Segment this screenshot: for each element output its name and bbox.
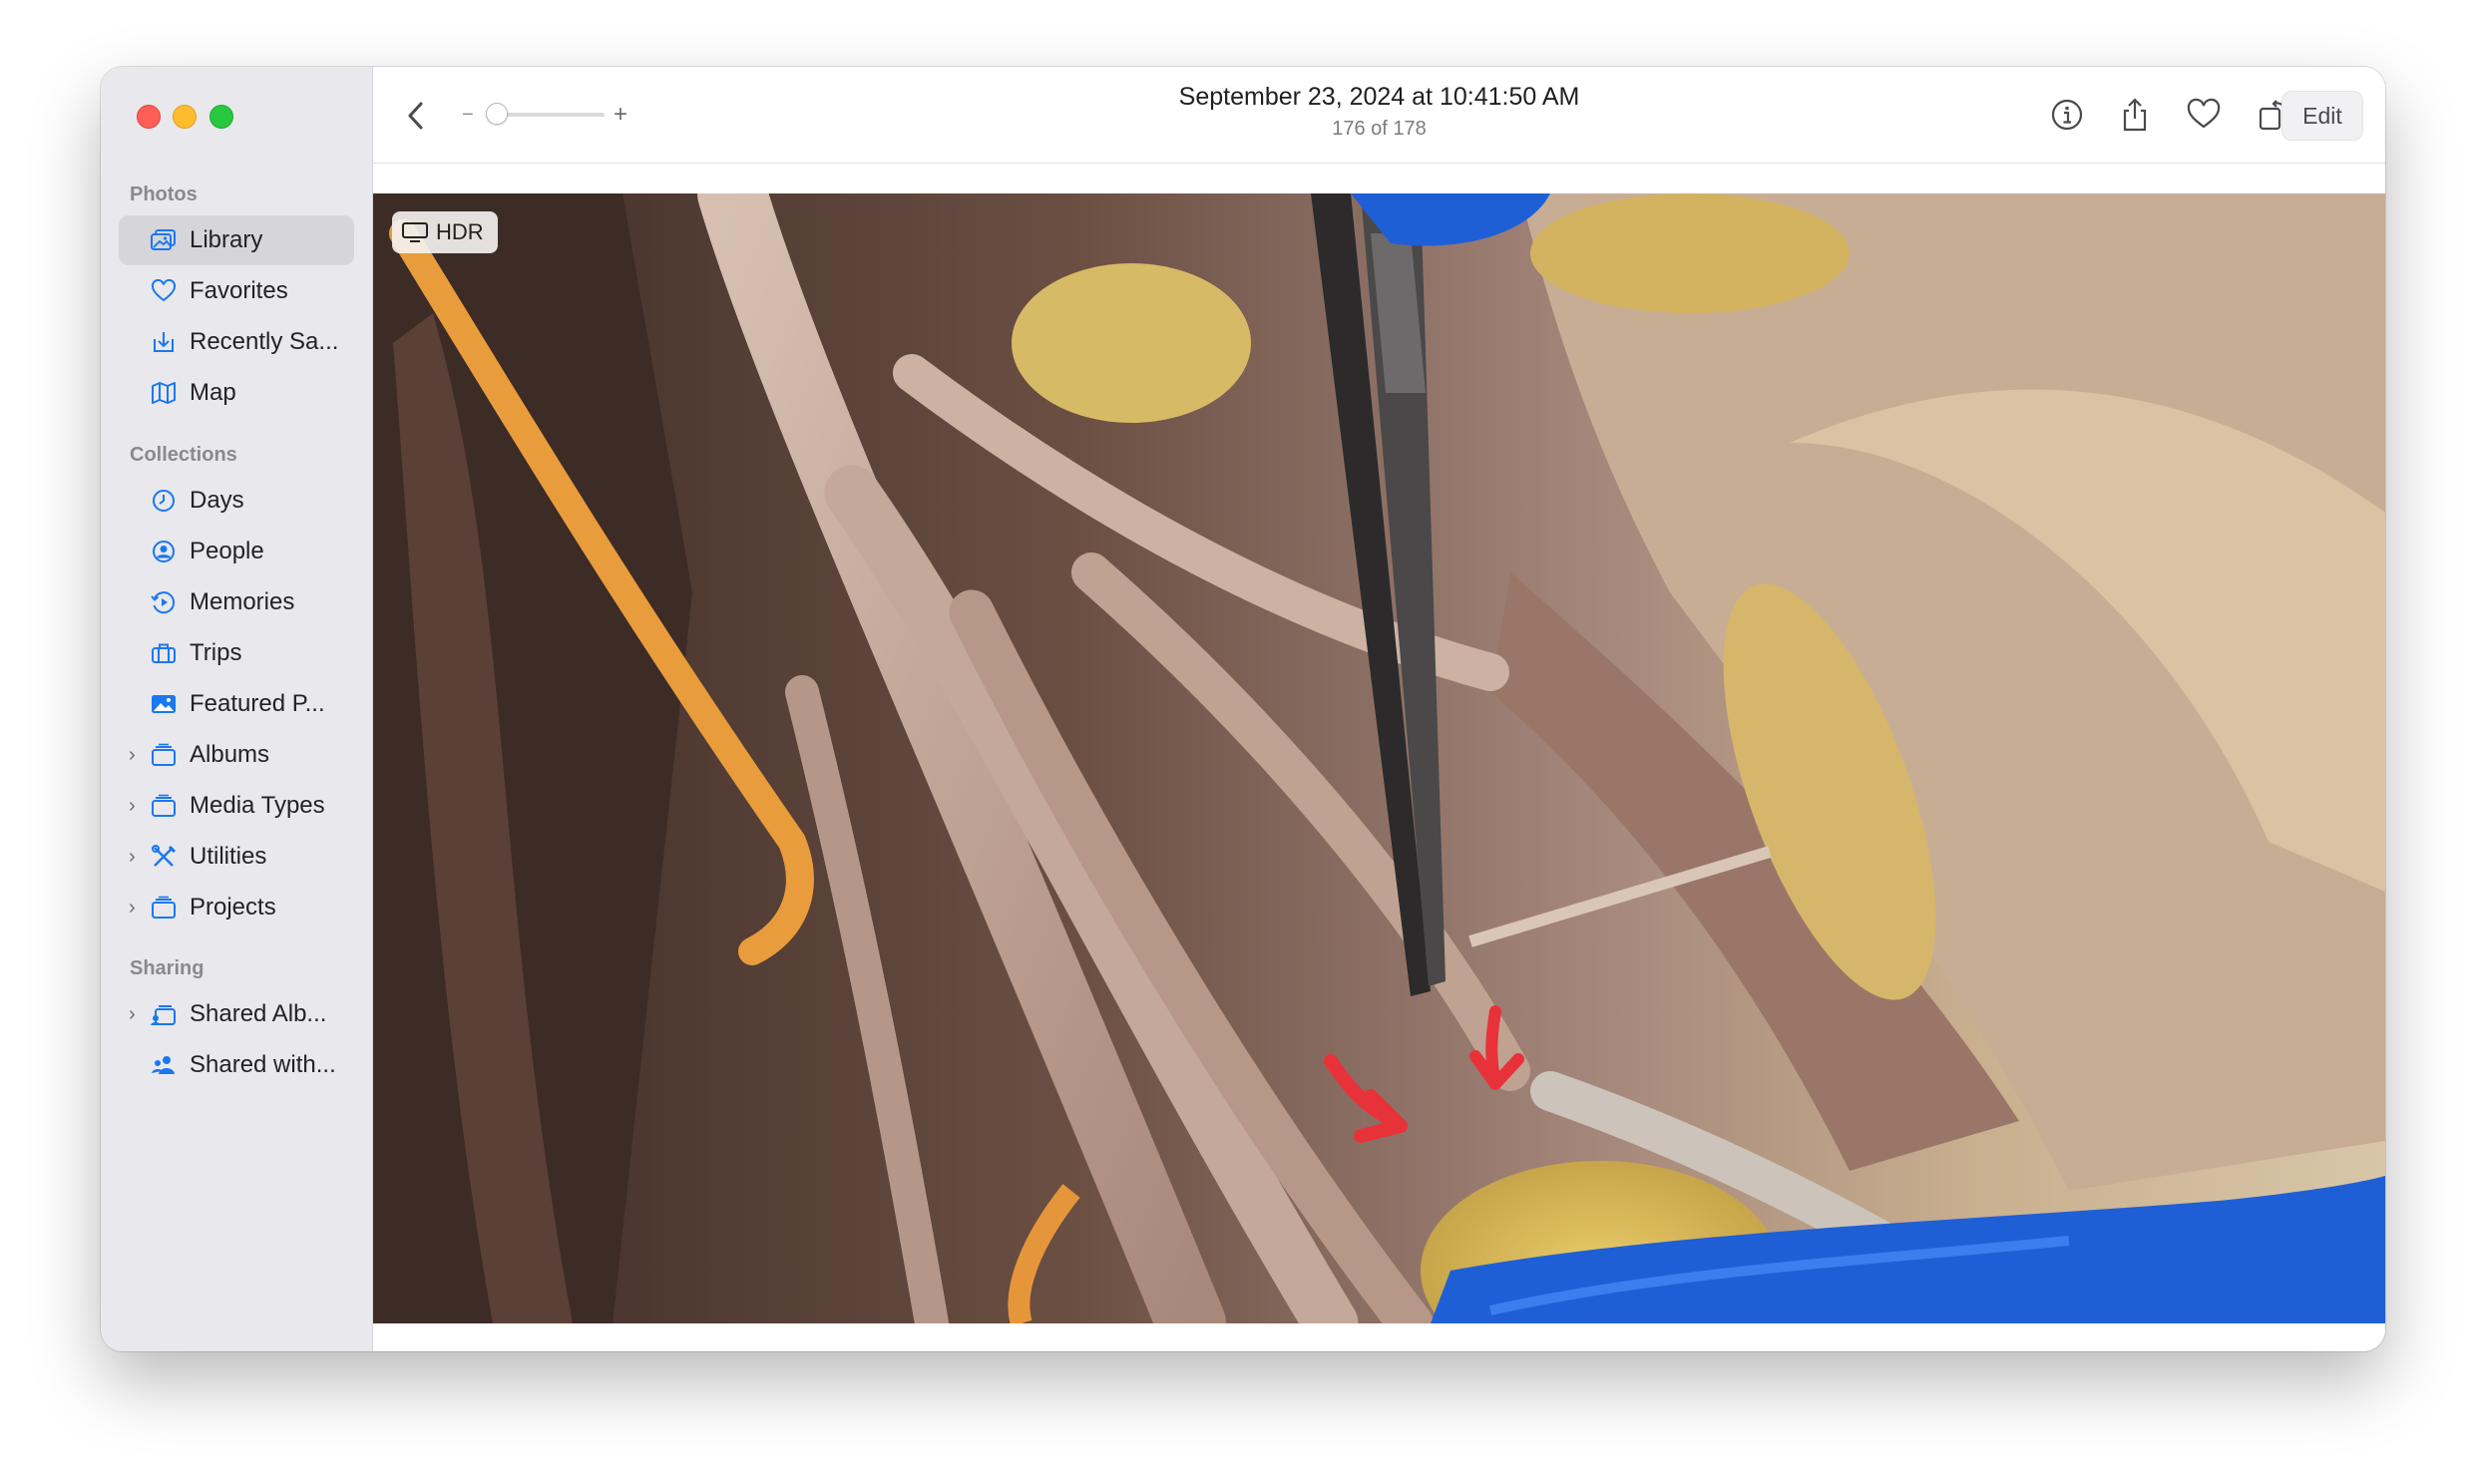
zoom-slider[interactable] xyxy=(495,113,605,117)
sidebar-item-trips[interactable]: Trips xyxy=(119,628,354,678)
back-chevron-icon xyxy=(408,102,423,130)
sidebar-item-shared-with-you[interactable]: Shared with... xyxy=(119,1040,354,1090)
sidebar-item-utilities[interactable]: › Utilities xyxy=(119,832,354,882)
map-icon xyxy=(151,381,177,405)
sidebar-item-people[interactable]: People xyxy=(119,527,354,576)
sidebar-item-days[interactable]: Days xyxy=(119,476,354,526)
photos-window: Photos Library Favorites Recently Sa... … xyxy=(101,67,2385,1351)
back-button[interactable] xyxy=(405,101,427,131)
photo-image xyxy=(373,193,2385,1323)
chevron-right-icon[interactable]: › xyxy=(129,989,143,1039)
sidebar-item-map[interactable]: Map xyxy=(119,368,354,418)
hdr-label: HDR xyxy=(436,219,484,244)
suitcase-icon xyxy=(151,641,177,665)
shared-with-you-icon xyxy=(151,1053,177,1077)
sidebar-item-label: Featured P... xyxy=(190,690,325,717)
sidebar-item-label: Memories xyxy=(190,588,295,615)
share-icon xyxy=(2123,98,2147,132)
chevron-right-icon[interactable]: › xyxy=(129,883,143,932)
heart-icon xyxy=(151,279,177,303)
recently-saved-icon xyxy=(151,330,177,354)
zoom-slider-knob[interactable] xyxy=(486,103,508,125)
display-icon xyxy=(402,222,428,242)
sidebar-item-label: Trips xyxy=(190,639,242,666)
sidebar-item-label: Map xyxy=(190,379,236,406)
sidebar-item-label: Favorites xyxy=(190,277,288,304)
zoom-out-button[interactable]: − xyxy=(462,104,474,127)
sidebar-item-albums[interactable]: › Albums xyxy=(119,730,354,780)
sidebar-item-label: Albums xyxy=(190,741,270,768)
sidebar-item-label: Days xyxy=(190,487,244,514)
sidebar-item-label: People xyxy=(190,538,264,564)
section-header-sharing: Sharing xyxy=(130,957,205,979)
info-icon xyxy=(2051,99,2083,131)
sidebar-item-label: Media Types xyxy=(190,792,325,819)
toolbar: − + September 23, 2024 at 10:41:50 AM 17… xyxy=(373,67,2385,164)
dissection-photo[interactable]: HDR xyxy=(373,193,2385,1323)
zoom-in-button[interactable]: + xyxy=(614,101,627,129)
clock-icon xyxy=(151,489,177,513)
shared-album-icon xyxy=(151,1002,177,1026)
heart-icon xyxy=(2187,98,2221,129)
photo-viewer[interactable]: HDR xyxy=(373,164,2385,1351)
share-button[interactable] xyxy=(2117,97,2153,133)
sidebar-item-label: Shared with... xyxy=(190,1051,336,1078)
favorite-button[interactable] xyxy=(2186,97,2222,133)
stack-icon xyxy=(151,743,177,767)
section-header-collections: Collections xyxy=(130,444,237,466)
photo-icon xyxy=(151,692,177,716)
zoom-window-button[interactable] xyxy=(209,105,233,129)
edit-button[interactable]: Edit xyxy=(2281,91,2363,141)
stack-icon xyxy=(151,896,177,920)
sidebar-item-memories[interactable]: Memories xyxy=(119,577,354,627)
sidebar: Photos Library Favorites Recently Sa... … xyxy=(101,67,373,1351)
chevron-right-icon[interactable]: › xyxy=(129,832,143,882)
hdr-badge: HDR xyxy=(392,211,498,253)
sidebar-item-label: Library xyxy=(190,226,263,253)
stack-icon xyxy=(151,794,177,818)
sidebar-item-label: Projects xyxy=(190,894,276,921)
memories-icon xyxy=(151,590,177,614)
minimize-window-button[interactable] xyxy=(173,105,197,129)
tools-icon xyxy=(151,845,177,869)
sidebar-item-shared-albums[interactable]: › Shared Alb... xyxy=(119,989,354,1039)
sidebar-item-recently-saved[interactable]: Recently Sa... xyxy=(119,317,354,367)
sidebar-item-media-types[interactable]: › Media Types xyxy=(119,781,354,831)
person-circle-icon xyxy=(151,540,177,563)
sidebar-item-label: Recently Sa... xyxy=(190,328,339,355)
close-window-button[interactable] xyxy=(137,105,161,129)
sidebar-item-favorites[interactable]: Favorites xyxy=(119,266,354,316)
info-button[interactable] xyxy=(2049,97,2085,133)
sidebar-item-projects[interactable]: › Projects xyxy=(119,883,354,932)
sidebar-item-featured-photos[interactable]: Featured P... xyxy=(119,679,354,729)
sidebar-item-library[interactable]: Library xyxy=(119,215,354,265)
section-header-photos: Photos xyxy=(130,184,198,205)
chevron-right-icon[interactable]: › xyxy=(129,730,143,780)
chevron-right-icon[interactable]: › xyxy=(129,781,143,831)
library-icon xyxy=(151,228,177,252)
sidebar-item-label: Shared Alb... xyxy=(190,1000,327,1027)
sidebar-item-label: Utilities xyxy=(190,843,267,870)
